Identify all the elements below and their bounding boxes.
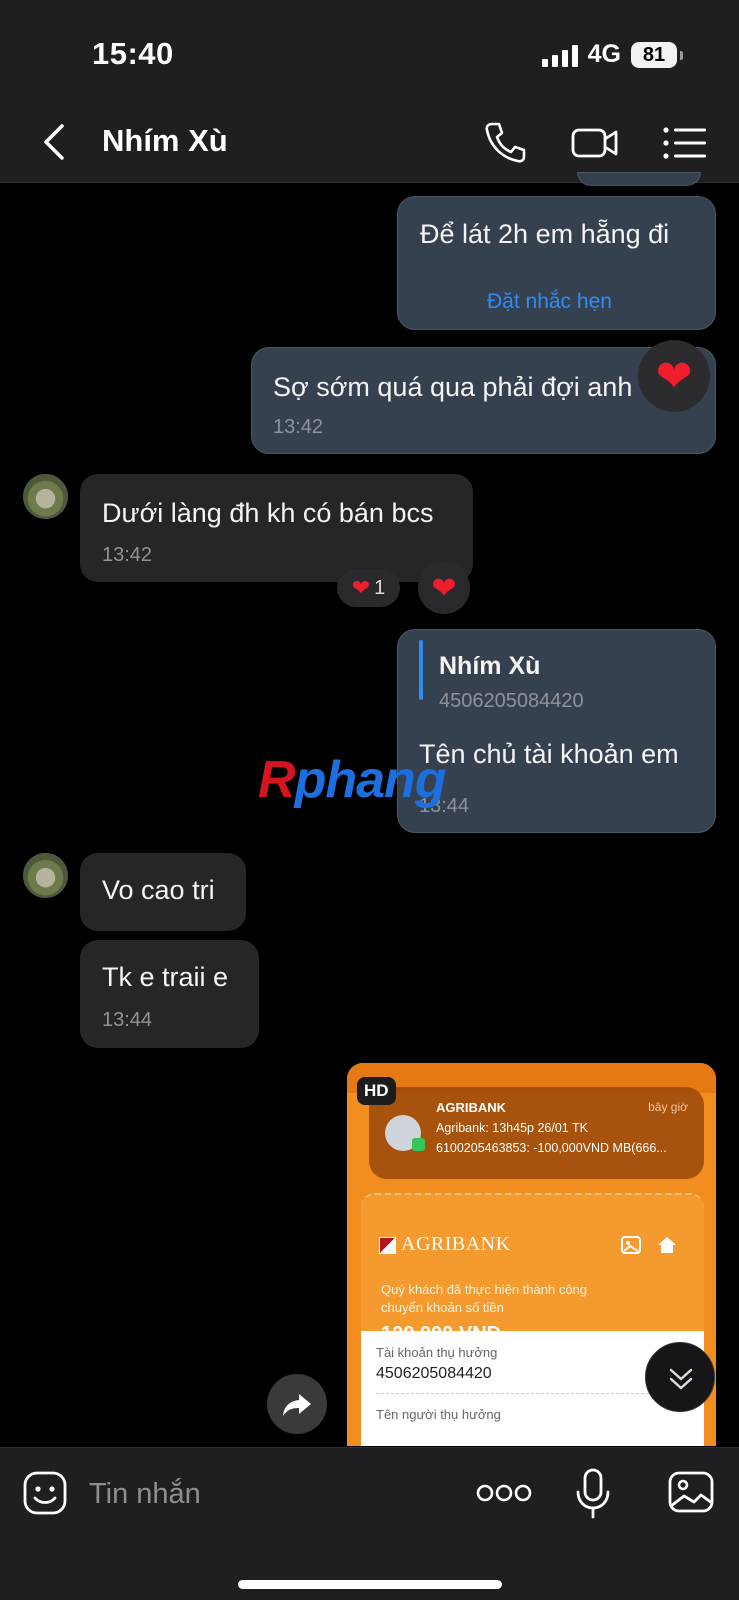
- status-time: 15:40: [92, 36, 174, 71]
- message-composer: Tin nhắn: [0, 1447, 739, 1600]
- message-bubble-incoming[interactable]: Dưới làng đh kh có bán bcs 13:42: [80, 474, 473, 582]
- chat-title[interactable]: Nhím Xù: [102, 123, 228, 159]
- detail-label: Tài khoản thụ hưởng: [376, 1345, 498, 1360]
- quoted-text: 4506205084420: [439, 690, 584, 712]
- message-text: Tên chủ tài khoản em: [419, 739, 679, 769]
- network-type: 4G: [587, 40, 621, 68]
- message-bubble-outgoing[interactable]: Để lát 2h em hẵng đi Đặt nhắc hẹn: [397, 196, 716, 330]
- home-indicator: [238, 1580, 502, 1589]
- message-input[interactable]: Tin nhắn: [89, 1478, 201, 1511]
- phone-call-icon[interactable]: [480, 118, 530, 168]
- message-input-placeholder: Tin nhắn: [89, 1478, 201, 1510]
- watermark: Rphang: [258, 750, 447, 810]
- sticker-emoji-icon[interactable]: [22, 1470, 68, 1516]
- avatar[interactable]: [23, 853, 68, 898]
- previous-message-bubble: [577, 172, 701, 186]
- transfer-text: Quý khách đã thực hiện thành công: [381, 1282, 588, 1297]
- more-options-icon[interactable]: [476, 1482, 532, 1504]
- add-reaction-heart-button[interactable]: ❤: [418, 562, 470, 614]
- set-reminder-link[interactable]: Đặt nhắc hẹn: [487, 290, 612, 314]
- avatar[interactable]: [23, 474, 68, 519]
- watermark-text: phang: [294, 751, 447, 809]
- message-time: 13:44: [102, 1009, 153, 1031]
- transfer-text: chuyển khoản số tiền: [381, 1300, 504, 1315]
- message-bubble-incoming[interactable]: Tk e traii e 13:44: [80, 940, 259, 1048]
- status-indicators: 4G 81: [541, 40, 683, 69]
- forward-button[interactable]: [267, 1374, 327, 1434]
- heart-icon: ❤: [351, 575, 371, 600]
- message-text: Vo cao tri: [102, 875, 215, 905]
- message-time: 13:42: [102, 544, 153, 566]
- message-text: Dưới làng đh kh có bán bcs: [102, 498, 434, 528]
- bank-notification: AGRIBANK bây giờ Agribank: 13h45p 26/01 …: [369, 1087, 704, 1179]
- notification-line: Agribank: 13h45p 26/01 TK: [436, 1121, 588, 1135]
- sms-avatar-icon: [385, 1115, 425, 1151]
- battery-icon: 81: [631, 41, 683, 68]
- bank-name: AGRIBANK: [401, 1233, 511, 1255]
- message-text: Sợ sớm quá qua phải đợi anh: [273, 372, 633, 402]
- agribank-logo-icon: [379, 1237, 396, 1254]
- menu-list-icon[interactable]: [660, 118, 710, 168]
- microphone-icon[interactable]: [573, 1468, 613, 1520]
- watermark-letter: R: [258, 751, 296, 809]
- video-call-icon[interactable]: [570, 118, 620, 168]
- notification-app: AGRIBANK: [436, 1100, 507, 1115]
- double-chevron-down-icon: [669, 1368, 693, 1390]
- reaction-count-pill[interactable]: ❤ 1: [337, 569, 400, 607]
- image-gallery-icon[interactable]: [667, 1470, 715, 1514]
- quote-bar: [419, 640, 423, 700]
- notification-time: bây giờ: [648, 1100, 688, 1114]
- reaction-count: 1: [374, 576, 386, 599]
- gallery-icon: [621, 1236, 641, 1254]
- divider: [376, 1393, 689, 1394]
- heart-icon: ❤: [431, 571, 457, 605]
- top-bar: 15:40 4G 81 Nhím Xù: [0, 0, 739, 183]
- quoted-sender: Nhím Xù: [439, 652, 541, 680]
- message-text: Tk e traii e: [102, 962, 229, 992]
- home-icon: [658, 1237, 676, 1253]
- forward-arrow-icon: [283, 1394, 311, 1416]
- message-bubble-incoming[interactable]: Vo cao tri: [80, 853, 246, 931]
- message-time: 13:42: [273, 416, 324, 438]
- signal-icon: [541, 43, 578, 67]
- reaction-heart-badge[interactable]: ❤: [638, 340, 710, 412]
- message-text: Để lát 2h em hẵng đi: [420, 219, 670, 249]
- detail-value: 4506205084420: [376, 1365, 492, 1382]
- hd-badge: HD: [357, 1077, 396, 1105]
- detail-label: Tên người thụ hưởng: [376, 1407, 501, 1422]
- notification-line: 6100205463853: -100,000VND MB(666...: [436, 1141, 667, 1155]
- back-arrow-icon[interactable]: [36, 118, 76, 166]
- scroll-to-bottom-button[interactable]: [645, 1342, 715, 1412]
- heart-icon: ❤: [655, 351, 693, 401]
